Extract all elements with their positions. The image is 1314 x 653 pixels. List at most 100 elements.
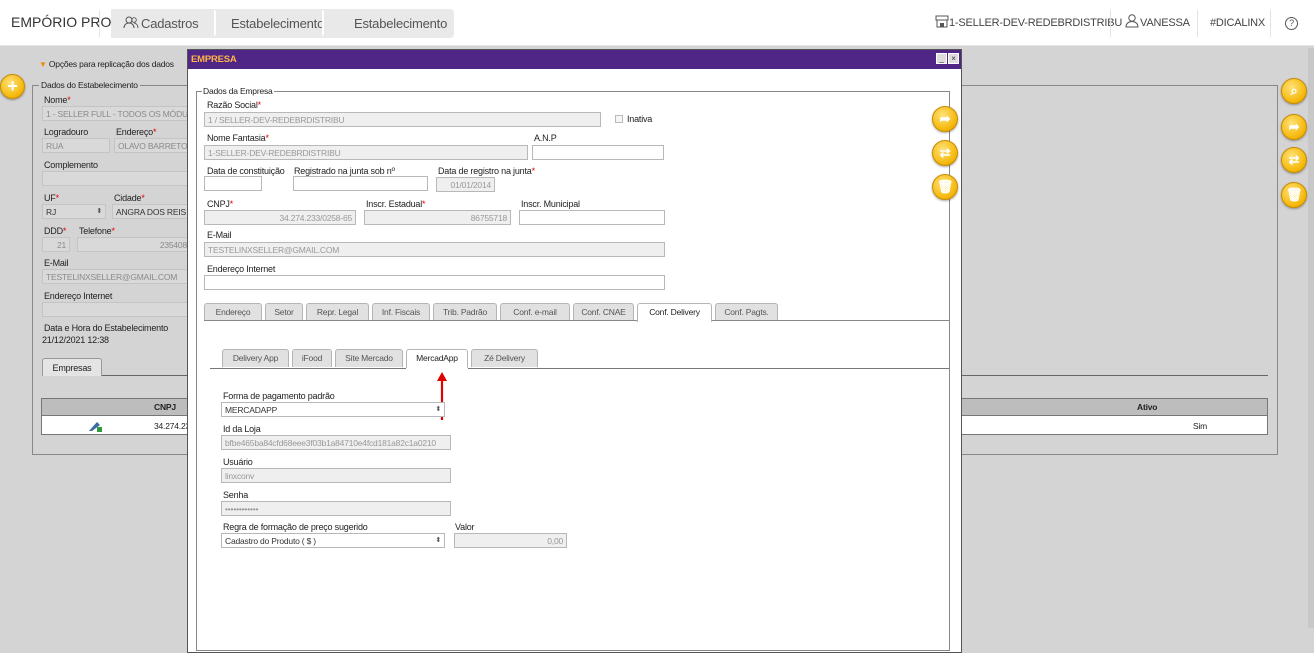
edit-icon[interactable] [88, 420, 102, 432]
forma-pagamento-select[interactable]: MERCADAPP ⬍ [221, 402, 445, 417]
add-icon[interactable]: + [0, 74, 25, 99]
nome-fantasia-field[interactable]: 1-SELLER-DEV-REDEBRDISTRIBU [204, 145, 528, 160]
data-constituicao-label: Data de constituição [207, 166, 285, 176]
tab-empresas[interactable]: Empresas [42, 358, 102, 376]
subtab-ze-delivery[interactable]: Zé Delivery [471, 349, 538, 367]
store-icon [935, 2, 949, 28]
ddd-field[interactable]: 21 [42, 237, 70, 252]
breadcrumb-label: Estabelecimento [354, 16, 448, 31]
razao-social-label-text: Razão Social [207, 100, 258, 110]
tab-conf-cnae[interactable]: Conf. CNAE [573, 303, 634, 321]
close-icon[interactable]: × [948, 53, 959, 64]
user-menu[interactable]: VANESSA [1124, 0, 1190, 46]
swap-icon[interactable]: ⇄ [932, 140, 958, 166]
breadcrumb-estabelecimento-current[interactable]: Estabelecimento [324, 9, 454, 38]
save-icon[interactable]: ➦ [1281, 114, 1307, 140]
caret-down-icon: ▼ [39, 60, 47, 69]
top-bar: EMPÓRIO PRO Cadastros Estabelecimento Es… [0, 0, 1314, 46]
valor-field[interactable]: 0,00 [454, 533, 567, 548]
divider [1197, 10, 1198, 37]
insc-estadual-label: Inscr. Estadual* [366, 199, 426, 209]
tabs-underline [712, 320, 949, 321]
regra-preco-value: Cadastro do Produto ( $ ) [225, 536, 316, 546]
cnpj-field[interactable]: 34.274.233/0258-65 [204, 210, 356, 225]
usuario-label: Usuário [223, 457, 253, 467]
minimize-icon[interactable]: _ [936, 53, 947, 64]
subtab-mercadapp[interactable]: MercadApp [406, 349, 468, 368]
modal-email-label: E-Mail [207, 230, 232, 240]
replication-label: Opções para replicação dos dados [48, 59, 174, 69]
tab-endereco[interactable]: Endereço [204, 303, 262, 321]
complemento-label: Complemento [44, 160, 98, 170]
tab-conf-email[interactable]: Conf. e-mail [500, 303, 570, 321]
nome-fantasia-label-text: Nome Fantasia [207, 133, 266, 143]
data-registro-junta-field[interactable]: 01/01/2014 [436, 177, 495, 192]
datahora-label: Data e Hora do Estabelecimento [44, 323, 169, 333]
tab-trib-padrao[interactable]: Trib. Padrão [433, 303, 497, 321]
trash-icon[interactable]: 🗑 [932, 174, 958, 200]
senha-label: Senha [223, 490, 249, 500]
subtab-delivery-app[interactable]: Delivery App [222, 349, 289, 367]
tab-setor[interactable]: Setor [265, 303, 303, 321]
datahora-value: 21/12/2021 12:38 [42, 335, 109, 345]
modal-endereco-internet-field[interactable] [204, 275, 665, 290]
id-loja-field[interactable]: bfbe465ba84cfd68eee3f03b1a84710e4fcd181a… [221, 435, 451, 450]
nome-field[interactable]: 1 - SELLER FULL - TODOS OS MÓDU [42, 106, 188, 121]
complemento-field[interactable] [42, 171, 188, 186]
nome-label: Nome* [44, 95, 71, 105]
usuario-field[interactable]: linxconv [221, 468, 451, 483]
replication-toggle[interactable]: ▼ Opções para replicação dos dados [39, 59, 174, 69]
telefone-field[interactable]: 235408 [77, 237, 188, 252]
endereco-internet-field[interactable] [42, 302, 188, 317]
telefone-label-text: Telefone [79, 226, 112, 236]
trash-icon[interactable]: 🗑 [1281, 182, 1307, 208]
anp-label: A.N.P [534, 133, 557, 143]
breadcrumb-cadastros[interactable]: Cadastros [111, 9, 224, 38]
registrado-junta-field[interactable] [293, 176, 428, 191]
swap-icon[interactable]: ⇄ [1281, 147, 1307, 173]
col-ativo: Ativo [1137, 402, 1158, 412]
data-constituicao-field[interactable] [204, 176, 262, 191]
tab-conf-pagts[interactable]: Conf. Pagts. [715, 303, 778, 321]
help-icon[interactable]: ? [1285, 17, 1298, 30]
cidade-label: Cidade* [114, 193, 145, 203]
empresa-modal: EMPRESA _ × Dados da Empresa Razão Socia… [187, 49, 962, 653]
nome-fantasia-label: Nome Fantasia* [207, 133, 269, 143]
col-cnpj: CNPJ [154, 402, 176, 412]
ddd-label: DDD* [44, 226, 67, 236]
razao-social-field[interactable]: 1 / SELLER-DEV-REDEBRDISTRIBU [204, 112, 601, 127]
forma-pagamento-value: MERCADAPP [225, 405, 278, 415]
insc-estadual-field[interactable]: 86755718 [364, 210, 511, 225]
uf-select[interactable]: RJ ⬍ [42, 204, 106, 219]
modal-email-field[interactable]: TESTELINXSELLER@GMAIL.COM [204, 242, 665, 257]
email-field[interactable]: TESTELINXSELLER@GMAIL.COM [42, 269, 188, 284]
senha-field[interactable]: •••••••••••• [221, 501, 451, 516]
store-label: 1-SELLER-DEV-REDEBRDISTRIBU [949, 17, 1123, 29]
subtab-site-mercado[interactable]: Site Mercado [335, 349, 403, 367]
tab-repr-legal[interactable]: Repr. Legal [306, 303, 369, 321]
razao-social-label: Razão Social* [207, 100, 261, 110]
tab-inf-fiscais[interactable]: Inf. Fiscais [372, 303, 430, 321]
user-label: VANESSA [1140, 17, 1190, 29]
search-icon[interactable]: ⌕ [1281, 78, 1307, 104]
insc-municipal-field[interactable] [519, 210, 665, 225]
logradouro-field[interactable]: RUA [42, 138, 110, 153]
regra-preco-select[interactable]: Cadastro do Produto ( $ ) ⬍ [221, 533, 445, 548]
valor-label: Valor [455, 522, 475, 532]
breadcrumb-estabelecimento[interactable]: Estabelecimento [216, 9, 332, 38]
subtab-ifood[interactable]: iFood [292, 349, 332, 367]
modal-title: EMPRESA [191, 54, 237, 65]
cnpj-label-text: CNPJ [207, 199, 230, 209]
store-selector[interactable]: 1-SELLER-DEV-REDEBRDISTRIBU [935, 0, 1122, 46]
anp-field[interactable] [532, 145, 664, 160]
cidade-field[interactable]: ANGRA DOS REIS [112, 204, 188, 219]
endereco-field[interactable]: OLAVO BARRETO [114, 138, 188, 153]
establishment-legend: Dados do Estabelecimento [39, 80, 140, 90]
scrollbar[interactable] [1308, 48, 1314, 628]
inativa-checkbox[interactable] [615, 115, 623, 123]
save-icon[interactable]: ➦ [932, 106, 958, 132]
hashtag-link[interactable]: #DICALINX [1210, 0, 1265, 46]
insc-municipal-label: Inscr. Municipal [521, 199, 580, 209]
tab-conf-delivery[interactable]: Conf. Delivery [637, 303, 712, 322]
help-glyph: ? [1289, 18, 1294, 28]
